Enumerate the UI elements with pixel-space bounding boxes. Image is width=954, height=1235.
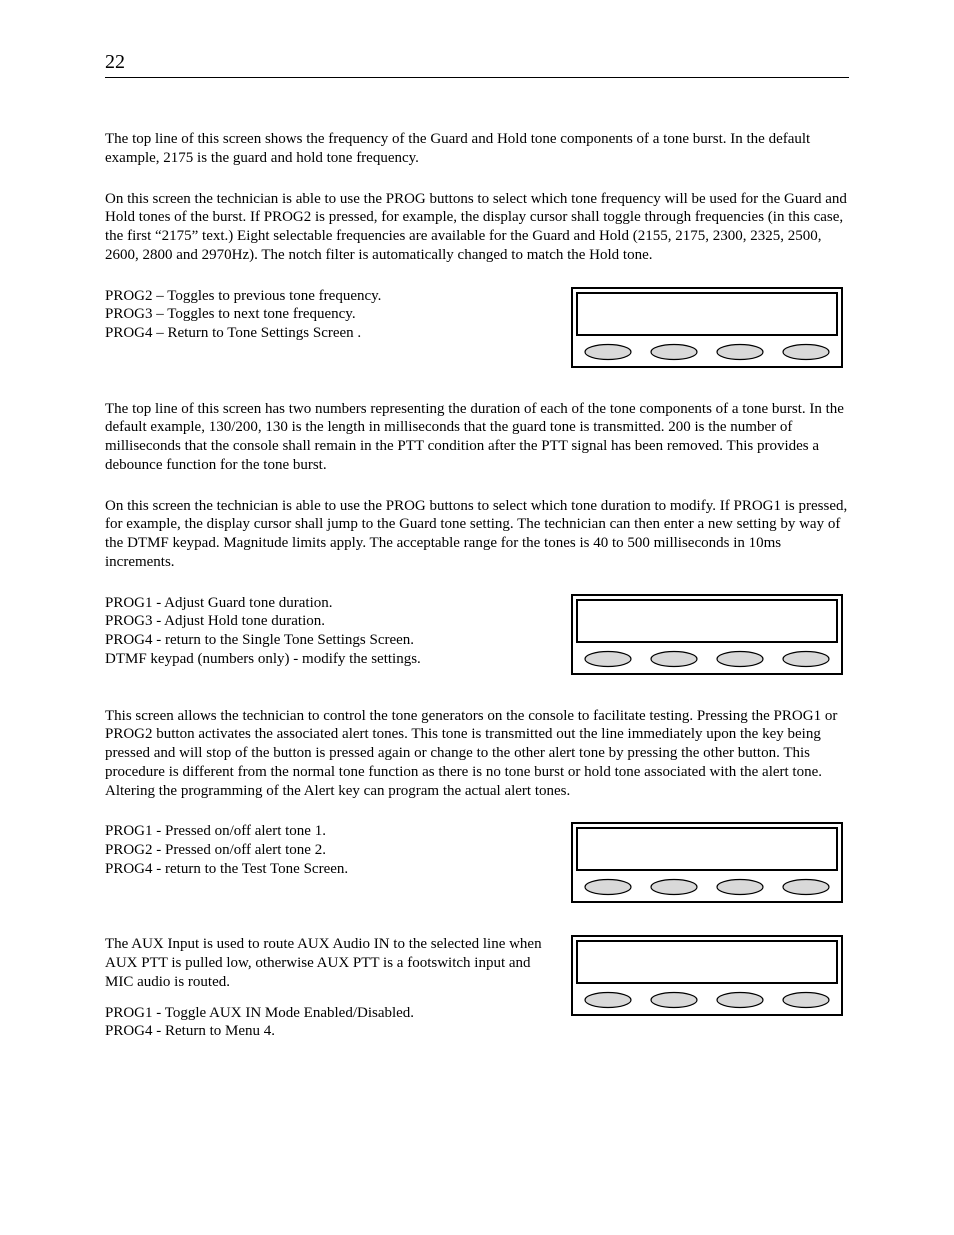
oval-button-icon — [781, 991, 831, 1009]
sec4-text: The AUX Input is used to route AUX Audio… — [105, 935, 571, 1041]
sec4-para1: The AUX Input is used to route AUX Audio… — [105, 935, 551, 991]
display-button-row — [573, 646, 841, 673]
sec3-para1: This screen allows the technician to con… — [105, 707, 849, 801]
display-panel — [571, 822, 843, 903]
display-panel — [571, 287, 843, 368]
sec3-prog-line: PROG4 - return to the Test Tone Screen. — [105, 860, 571, 879]
sec1-row: PROG2 – Toggles to previous tone frequen… — [105, 287, 849, 368]
oval-button-icon — [583, 991, 633, 1009]
oval-button-icon — [649, 991, 699, 1009]
display-button-row — [573, 874, 841, 901]
display-screen — [576, 827, 838, 871]
display-screen — [576, 940, 838, 984]
page-number: 22 — [105, 50, 849, 75]
sec2-prog-line: DTMF keypad (numbers only) - modify the … — [105, 650, 571, 669]
sec1-prog-line: PROG2 – Toggles to previous tone frequen… — [105, 287, 571, 306]
sec2-proglist: PROG1 - Adjust Guard tone duration. PROG… — [105, 594, 571, 669]
sec3-prog-line: PROG1 - Pressed on/off alert tone 1. — [105, 822, 571, 841]
oval-button-icon — [715, 650, 765, 668]
sec1-proglist: PROG2 – Toggles to previous tone frequen… — [105, 287, 571, 343]
sec2-row: PROG1 - Adjust Guard tone duration. PROG… — [105, 594, 849, 675]
sec3-row: PROG1 - Pressed on/off alert tone 1. PRO… — [105, 822, 849, 903]
sec2-prog-line: PROG3 - Adjust Hold tone duration. — [105, 612, 571, 631]
oval-button-icon — [649, 343, 699, 361]
oval-button-icon — [583, 343, 633, 361]
display-button-row — [573, 339, 841, 366]
page: 22 The top line of this screen shows the… — [0, 0, 954, 1235]
sec2-para1: The top line of this screen has two numb… — [105, 400, 849, 475]
sec4-prog-line: PROG1 - Toggle AUX IN Mode Enabled/Disab… — [105, 1004, 551, 1023]
sec1-para1: The top line of this screen shows the fr… — [105, 130, 849, 168]
oval-button-icon — [649, 878, 699, 896]
display-panel — [571, 935, 843, 1016]
oval-button-icon — [649, 650, 699, 668]
sec2-prog-line: PROG4 - return to the Single Tone Settin… — [105, 631, 571, 650]
sec4-row: The AUX Input is used to route AUX Audio… — [105, 935, 849, 1041]
oval-button-icon — [583, 878, 633, 896]
sec1-prog-line: PROG4 – Return to Tone Settings Screen . — [105, 324, 571, 343]
oval-button-icon — [781, 650, 831, 668]
display-screen — [576, 292, 838, 336]
oval-button-icon — [715, 343, 765, 361]
display-screen — [576, 599, 838, 643]
oval-button-icon — [715, 878, 765, 896]
sec4-proglist: PROG1 - Toggle AUX IN Mode Enabled/Disab… — [105, 1004, 551, 1042]
oval-button-icon — [583, 650, 633, 668]
display-button-row — [573, 987, 841, 1014]
sec2-para2: On this screen the technician is able to… — [105, 497, 849, 572]
sec2-prog-line: PROG1 - Adjust Guard tone duration. — [105, 594, 571, 613]
display-panel — [571, 594, 843, 675]
oval-button-icon — [781, 343, 831, 361]
header-rule — [105, 77, 849, 78]
oval-button-icon — [781, 878, 831, 896]
sec1-para2: On this screen the technician is able to… — [105, 190, 849, 265]
sec4-prog-line: PROG4 - Return to Menu 4. — [105, 1022, 551, 1041]
oval-button-icon — [715, 991, 765, 1009]
sec1-prog-line: PROG3 – Toggles to next tone frequency. — [105, 305, 571, 324]
sec3-prog-line: PROG2 - Pressed on/off alert tone 2. — [105, 841, 571, 860]
sec3-proglist: PROG1 - Pressed on/off alert tone 1. PRO… — [105, 822, 571, 878]
